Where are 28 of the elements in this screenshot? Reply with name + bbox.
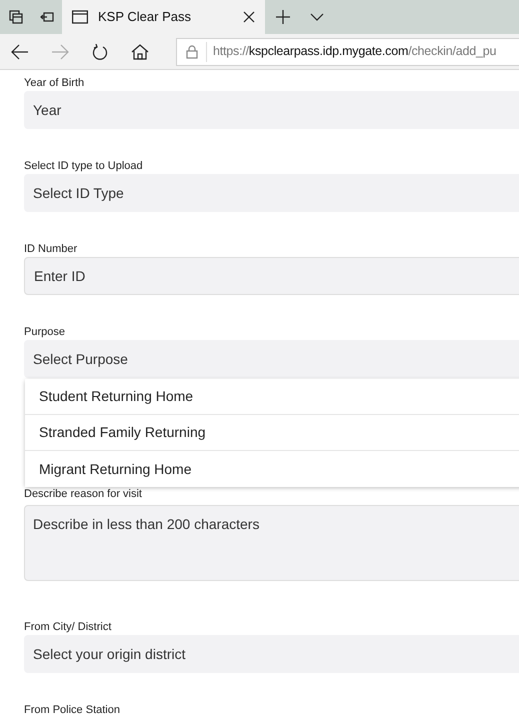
lock-icon (186, 44, 198, 58)
dropdown-option[interactable]: Migrant Returning Home (25, 451, 519, 487)
select-field[interactable]: Select your origin district (24, 635, 519, 673)
field-label: Purpose (24, 325, 66, 340)
browser-tab[interactable]: KSP Clear Pass (62, 0, 265, 34)
select-field[interactable]: Select Purpose (24, 340, 519, 378)
dropdown-option[interactable]: Student Returning Home (25, 379, 519, 415)
field-label: From City/ District (24, 620, 112, 635)
field-label: Select ID type to Upload (24, 159, 144, 174)
tabs-icon[interactable] (8, 10, 22, 24)
refresh-icon[interactable] (91, 44, 109, 60)
dropdown-option[interactable]: Stranded Family Returning (25, 415, 519, 451)
page-icon (72, 10, 88, 24)
back-icon[interactable] (11, 44, 29, 60)
home-icon[interactable] (131, 44, 149, 60)
select-field[interactable]: Year (24, 91, 519, 129)
plus-icon[interactable] (275, 9, 291, 25)
chevron-down-icon[interactable] (310, 13, 324, 21)
close-icon[interactable] (243, 11, 255, 23)
select-field[interactable]: Select ID Type (24, 174, 519, 212)
text-area[interactable]: Describe in less than 200 characters (24, 505, 519, 581)
field-label: Describe reason for visit (24, 487, 143, 502)
field-label: ID Number (24, 242, 78, 257)
text-field[interactable]: Enter ID (24, 257, 519, 295)
field-label: Year of Birth (24, 76, 86, 91)
address-bar[interactable]: https://kspclearpass.idp.mygate.com/checkin/add_pu (176, 38, 519, 66)
set-aside-icon[interactable] (40, 10, 54, 24)
field-label: From Police Station (24, 703, 121, 718)
